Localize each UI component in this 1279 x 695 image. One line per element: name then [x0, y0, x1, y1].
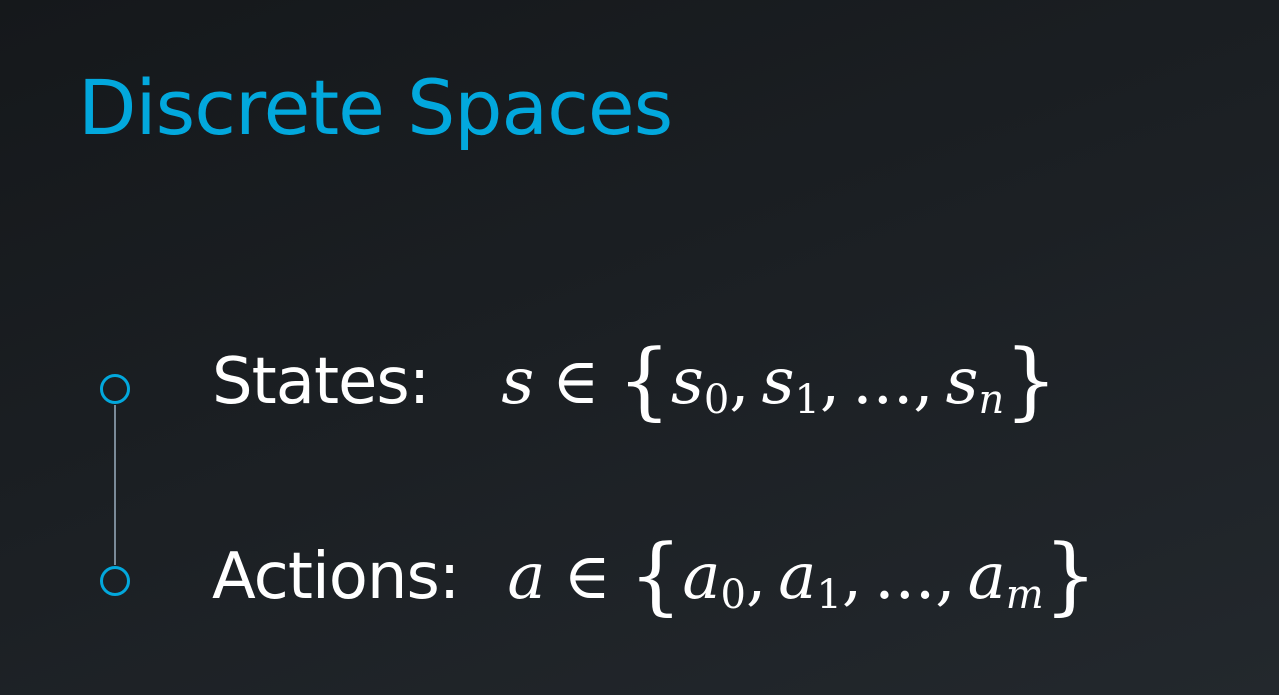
separator: , [745, 540, 767, 614]
slide: Discrete Spaces States: s ∈ {s0, s1,..., sn}… [0, 0, 1279, 695]
open-brace: { [617, 331, 671, 429]
state-subscript-0: 0 [703, 377, 730, 423]
states-formula: s ∈ {s0, s1,..., sn} [501, 338, 1057, 423]
states-row: States: s ∈ {s0, s1,..., sn} [212, 338, 1058, 423]
states-variable: s [501, 345, 535, 419]
open-brace: { [628, 526, 683, 624]
state-ellipsis: ... [852, 345, 914, 419]
close-brace: } [1043, 526, 1098, 624]
element-of-symbol: ∈ [552, 345, 600, 419]
states-label: States: [212, 345, 430, 419]
action-subscript-m: m [1005, 572, 1044, 618]
separator: , [841, 540, 863, 614]
separator: , [729, 345, 750, 419]
action-subscript-1: 1 [816, 572, 842, 618]
state-element-n: s [945, 345, 979, 419]
state-element-0: s [670, 345, 704, 419]
action-ellipsis: ... [874, 540, 936, 614]
actions-variable: a [507, 540, 546, 614]
timeline-node-states-circle-icon [100, 374, 130, 404]
actions-formula: a ∈ {a0, a1,..., am} [507, 533, 1097, 618]
action-element-0: a [682, 540, 721, 614]
close-brace: } [1004, 331, 1058, 429]
state-subscript-1: 1 [794, 377, 820, 423]
slide-title: Discrete Spaces [78, 63, 673, 152]
action-element-1: a [778, 540, 817, 614]
element-of-symbol: ∈ [563, 540, 611, 614]
state-subscript-n: n [978, 377, 1005, 423]
actions-row: Actions: a ∈ {a0, a1,..., am} [212, 533, 1097, 618]
separator: , [935, 540, 956, 614]
action-subscript-0: 0 [720, 572, 746, 618]
actions-label: Actions: [212, 540, 460, 614]
separator: , [913, 345, 934, 419]
action-element-m: a [967, 540, 1006, 614]
state-element-1: s [761, 345, 795, 419]
timeline-node-actions-circle-icon [100, 566, 130, 596]
separator: , [819, 345, 841, 419]
timeline-connector-line [114, 405, 116, 565]
